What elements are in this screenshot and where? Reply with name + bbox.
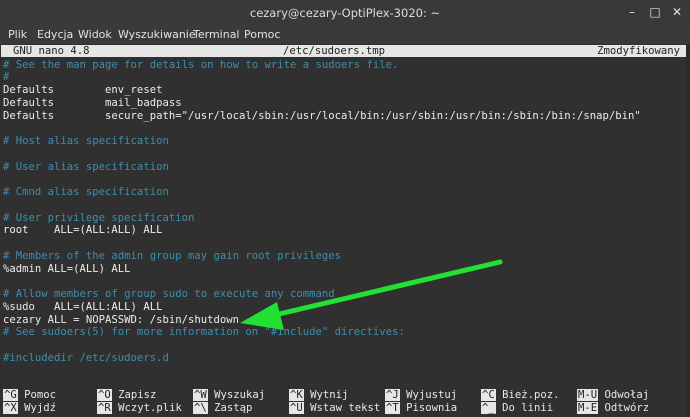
terminal-window: cezary@cezary-OptiPlex-3020: ~ – □ ✕ Pli… xyxy=(0,0,690,417)
arrow-shaft xyxy=(259,259,503,321)
arrow-head xyxy=(240,302,284,330)
green-arrow-annotation xyxy=(240,259,503,330)
